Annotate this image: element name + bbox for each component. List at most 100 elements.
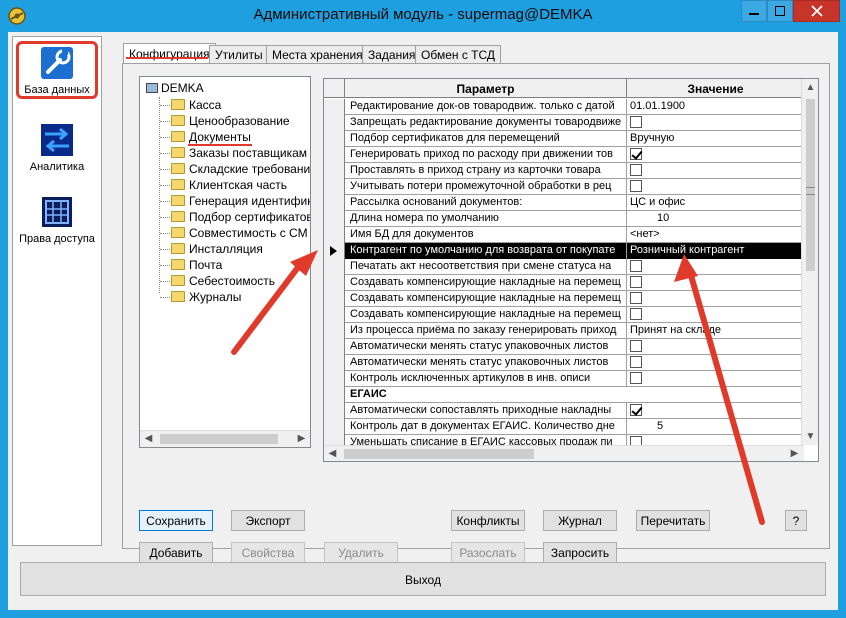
table-row[interactable]: Имя БД для документов <нет> — [324, 227, 804, 243]
row-indicator[interactable] — [324, 387, 345, 403]
table-row[interactable]: Автоматически менять статус упаковочных … — [324, 339, 804, 355]
close-button[interactable] — [793, 0, 840, 22]
table-row[interactable]: Создавать компенсирующие накладные на пе… — [324, 307, 804, 323]
journal-button[interactable]: Журнал — [543, 510, 617, 531]
value-cell[interactable] — [627, 339, 804, 355]
row-indicator[interactable] — [324, 291, 345, 307]
value-cell[interactable] — [627, 147, 804, 163]
row-indicator[interactable] — [324, 243, 345, 259]
table-row[interactable]: Создавать компенсирующие накладные на пе… — [324, 291, 804, 307]
scroll-left-icon[interactable]: ◀ — [324, 446, 341, 461]
row-indicator[interactable] — [324, 99, 345, 115]
value-cell[interactable]: ЦС и офис — [627, 195, 804, 211]
value-checkbox[interactable] — [630, 372, 642, 384]
table-row[interactable]: Печатать акт несоответствия при смене ст… — [324, 259, 804, 275]
table-row[interactable]: Проставлять в приход страну из карточки … — [324, 163, 804, 179]
exit-button[interactable]: Выход — [20, 562, 826, 596]
scroll-left-icon[interactable]: ◀ — [140, 431, 157, 447]
row-indicator[interactable] — [324, 227, 345, 243]
table-row[interactable]: Контрагент по умолчанию для возврата от … — [324, 243, 804, 259]
scroll-thumb[interactable] — [344, 449, 534, 459]
value-checkbox[interactable] — [630, 292, 642, 304]
row-indicator[interactable] — [324, 371, 345, 387]
scroll-right-icon[interactable]: ▶ — [293, 431, 310, 447]
row-indicator[interactable] — [324, 355, 345, 371]
table-row[interactable]: Из процесса приёма по заказу генерироват… — [324, 323, 804, 339]
value-cell[interactable]: Розничный контрагент — [627, 243, 804, 259]
row-indicator[interactable] — [324, 339, 345, 355]
value-checkbox[interactable] — [630, 276, 642, 288]
table-row[interactable]: Уменьшать списание в ЕГАИС кассовых прод… — [324, 435, 804, 445]
value-checkbox[interactable] — [630, 260, 642, 272]
value-cell[interactable] — [627, 275, 804, 291]
row-indicator[interactable] — [324, 275, 345, 291]
table-row[interactable]: Подбор сертификатов для перемещений Вручн… — [324, 131, 804, 147]
value-cell[interactable]: 01.01.1900 — [627, 99, 804, 115]
value-checkbox[interactable] — [630, 436, 642, 445]
row-indicator[interactable] — [324, 163, 345, 179]
row-indicator[interactable] — [324, 211, 345, 227]
value-cell[interactable] — [627, 307, 804, 323]
add-button[interactable]: Добавить — [139, 542, 213, 563]
value-cell[interactable]: Принят на складе — [627, 323, 804, 339]
scroll-up-icon[interactable]: ▲ — [802, 79, 818, 96]
table-row[interactable]: Длина номера по умолчанию 10 — [324, 211, 804, 227]
tab-configuration[interactable]: Конфигурация — [123, 43, 216, 65]
row-indicator[interactable] — [324, 115, 345, 131]
value-cell[interactable] — [627, 115, 804, 131]
row-indicator[interactable] — [324, 323, 345, 339]
value-cell[interactable] — [627, 163, 804, 179]
maximize-button[interactable] — [767, 0, 793, 22]
export-button[interactable]: Экспорт — [231, 510, 305, 531]
distribute-button[interactable]: Разослать — [451, 542, 525, 563]
tab-storage-places[interactable]: Места хранения — [266, 45, 369, 64]
value-cell[interactable] — [627, 259, 804, 275]
row-indicator[interactable] — [324, 179, 345, 195]
grid-vertical-scrollbar[interactable]: ▲ ▼ — [801, 79, 818, 445]
minimize-button[interactable] — [741, 0, 767, 22]
table-row[interactable]: Контроль дат в документах ЕГАИС. Количес… — [324, 419, 804, 435]
value-checkbox[interactable] — [630, 340, 642, 352]
row-indicator[interactable] — [324, 403, 345, 419]
value-cell[interactable]: 10 — [627, 211, 804, 227]
conflicts-button[interactable]: Конфликты — [451, 510, 525, 531]
row-indicator[interactable] — [324, 131, 345, 147]
value-checkbox[interactable] — [630, 180, 642, 192]
value-cell[interactable]: Вручную — [627, 131, 804, 147]
value-cell[interactable] — [627, 371, 804, 387]
tab-tsd-exchange[interactable]: Обмен с ТСД — [415, 45, 502, 64]
value-checkbox[interactable] — [630, 356, 642, 368]
title-bar[interactable]: Административный модуль - supermag@DEMKA — [0, 0, 846, 32]
help-button[interactable]: ? — [785, 510, 807, 531]
value-checkbox[interactable] — [630, 116, 642, 128]
table-row[interactable]: Запрещать редактирование документы товар… — [324, 115, 804, 131]
value-checkbox[interactable] — [630, 308, 642, 320]
row-indicator[interactable] — [324, 259, 345, 275]
tree-horizontal-scrollbar[interactable]: ◀ ▶ — [140, 430, 310, 447]
value-cell[interactable] — [627, 355, 804, 371]
table-row[interactable]: Создавать компенсирующие накладные на пе… — [324, 275, 804, 291]
value-cell[interactable]: 5 — [627, 419, 804, 435]
properties-button[interactable]: Свойства — [231, 542, 305, 563]
table-row[interactable]: Редактирование док-ов товародвиж. только… — [324, 99, 804, 115]
table-row[interactable]: Автоматически менять статус упаковочных … — [324, 355, 804, 371]
tab-utilities[interactable]: Утилиты — [209, 45, 269, 64]
table-row[interactable]: Контроль исключенных артикулов в инв. оп… — [324, 371, 804, 387]
table-row[interactable]: Автоматически сопоставлять приходные нак… — [324, 403, 804, 419]
value-cell[interactable] — [627, 403, 804, 419]
grid-horizontal-scrollbar[interactable]: ◀ ▶ — [324, 445, 804, 461]
table-row[interactable]: Генерировать приход по расходу при движе… — [324, 147, 804, 163]
scroll-thumb[interactable] — [806, 99, 815, 271]
grid-header-param[interactable]: Параметр — [345, 79, 627, 98]
value-cell[interactable] — [627, 179, 804, 195]
row-indicator[interactable] — [324, 435, 345, 445]
scroll-thumb[interactable] — [160, 434, 278, 444]
value-cell[interactable] — [627, 291, 804, 307]
grid-header-value[interactable]: Значение — [627, 79, 804, 98]
nav-item-access-rights[interactable]: Права доступа — [13, 195, 101, 245]
nav-item-database[interactable]: База данных — [16, 41, 98, 99]
row-indicator[interactable] — [324, 195, 345, 211]
row-indicator[interactable] — [324, 147, 345, 163]
parameters-grid[interactable]: Параметр Значение Редактирование док-ов … — [323, 78, 819, 462]
scroll-down-icon[interactable]: ▼ — [802, 428, 818, 445]
